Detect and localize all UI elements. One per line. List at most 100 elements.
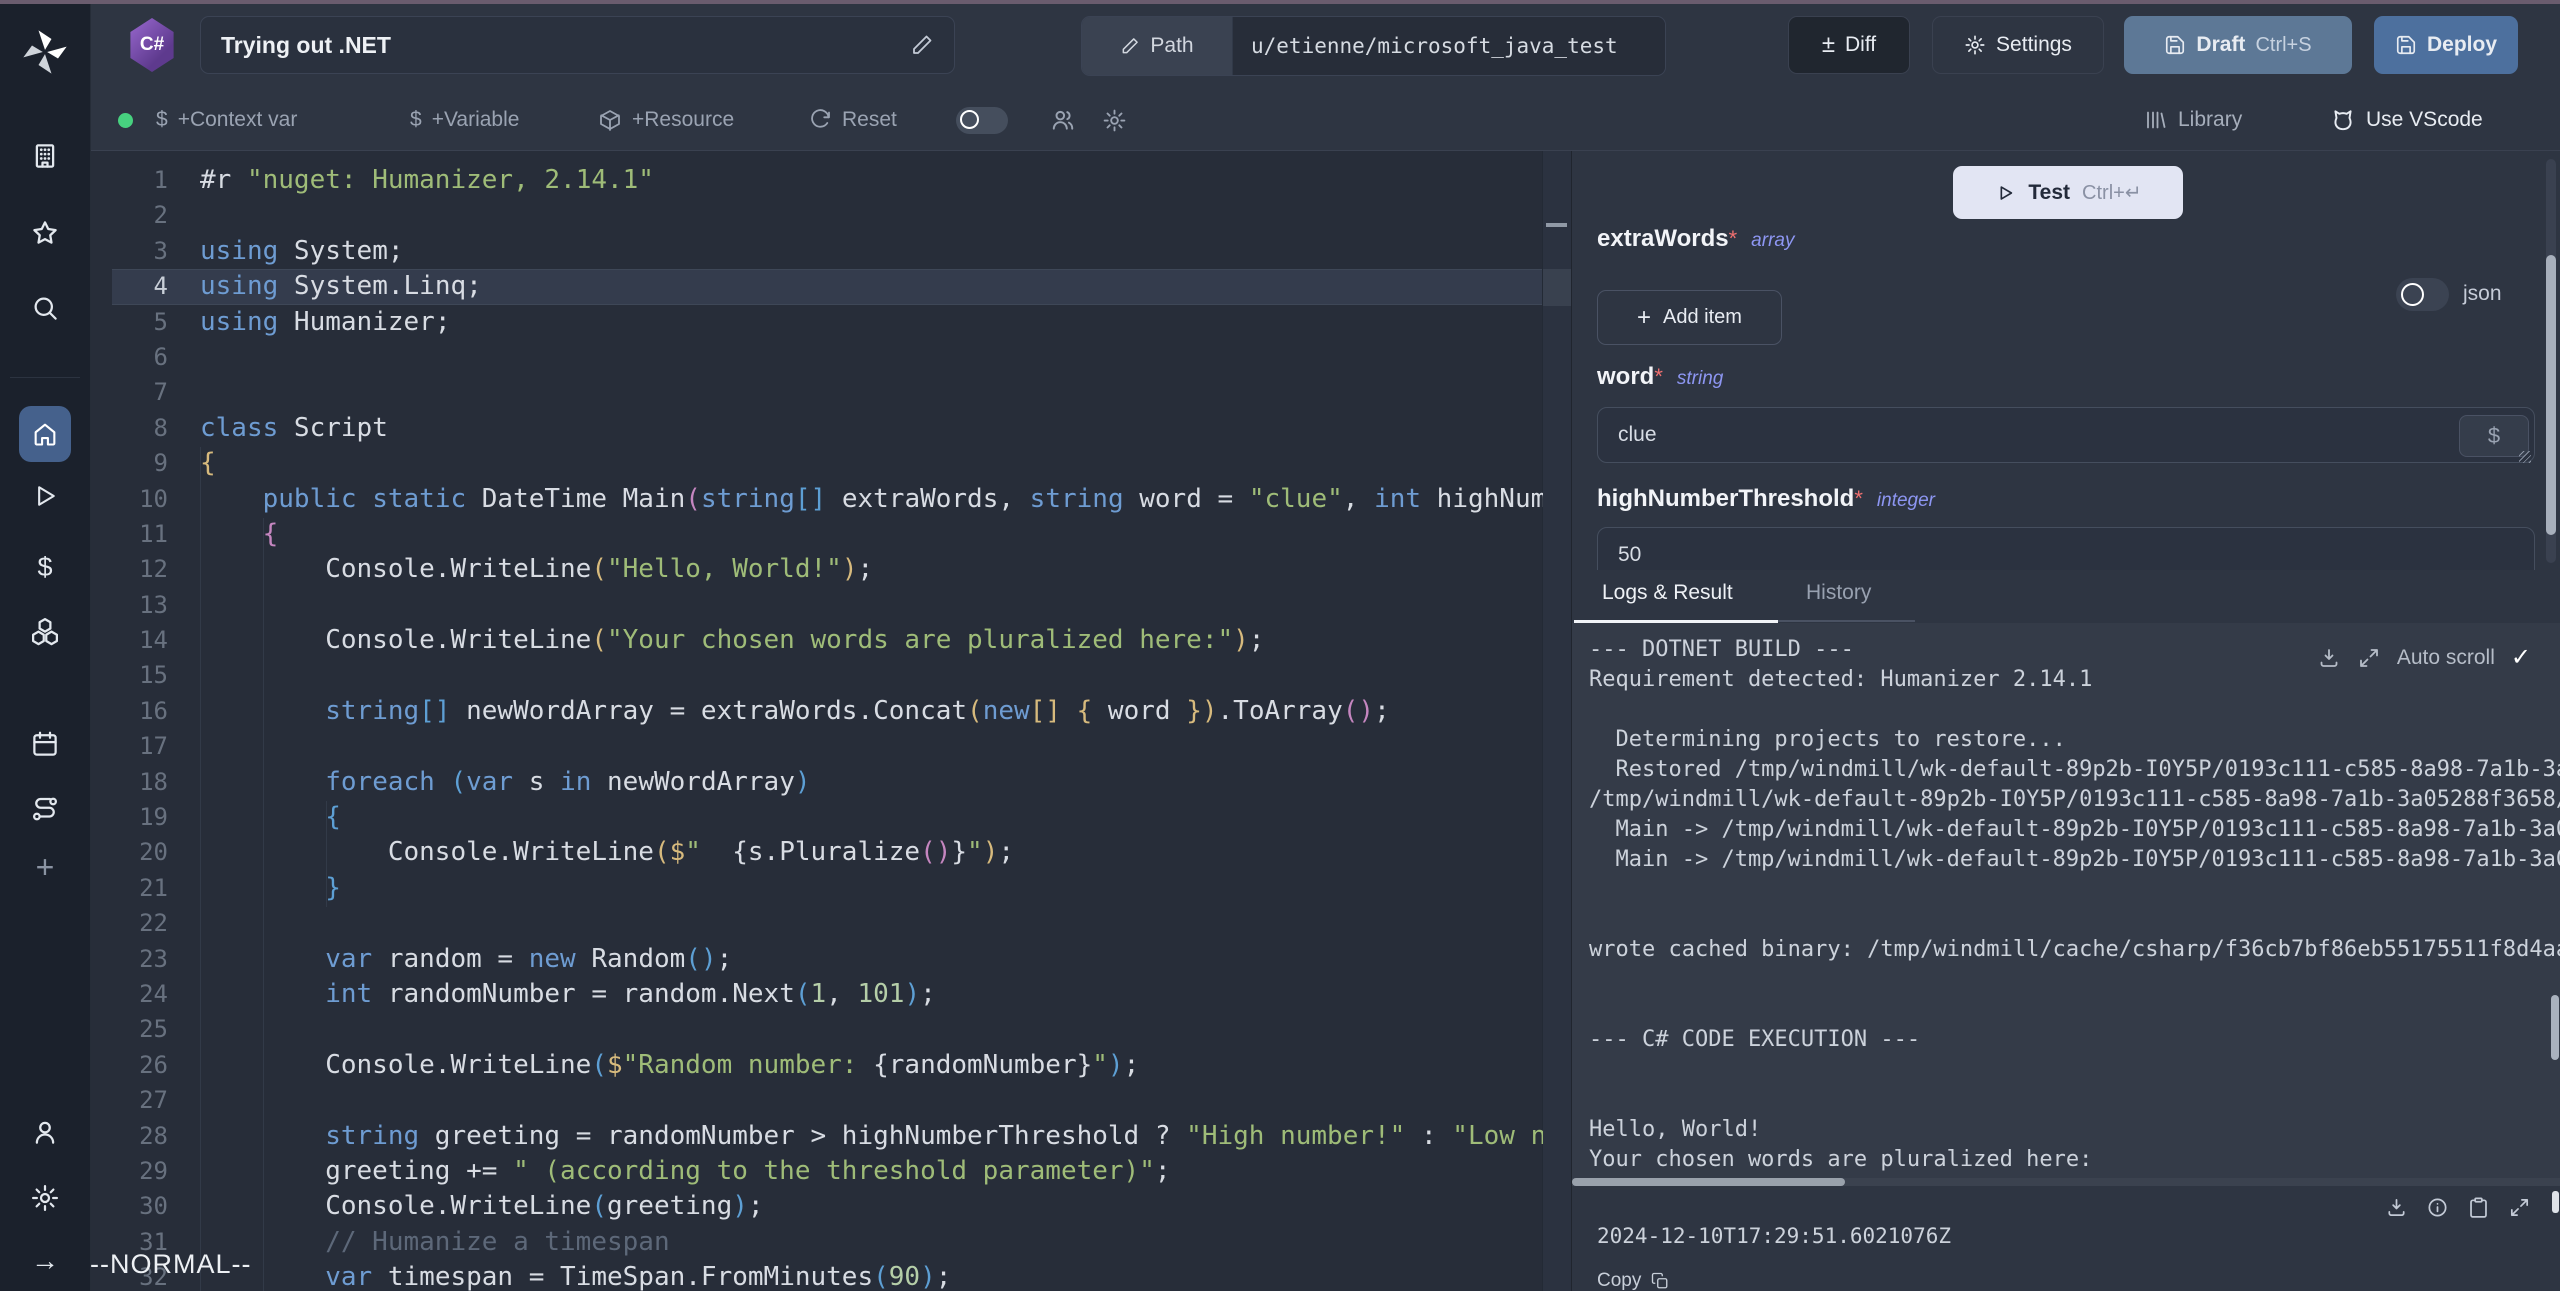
code-line[interactable]: 6 [90,340,1543,375]
code-line[interactable]: 21 } [90,871,1543,906]
sidebar-item-runs-play-icon[interactable] [0,481,90,511]
favorites-star-icon[interactable] [0,218,90,248]
copy-button[interactable]: Copy [1597,1270,1669,1291]
add-variable-button[interactable]: $ +Variable [410,90,519,150]
edit-title-pencil-icon[interactable] [910,33,934,57]
code-line[interactable]: 25 [90,1012,1543,1047]
code-line[interactable]: 18 foreach (var s in newWordArray) [90,765,1543,800]
code-line[interactable]: 9{ [90,446,1543,481]
code-line[interactable]: 22 [90,906,1543,941]
line-number: 9 [90,446,200,481]
code-line[interactable]: 23 var random = new Random(); [90,942,1543,977]
workspace-building-icon[interactable] [0,141,90,171]
header: C# Trying out .NET Path u/etienne/micros… [90,4,2560,90]
library-button[interactable]: Library [2144,90,2242,150]
add-resource-button[interactable]: +Resource [598,90,734,150]
code-line[interactable]: 29 greeting += " (according to the thres… [90,1154,1543,1189]
input-resize-handle[interactable] [2519,451,2531,463]
settings-button[interactable]: Settings [1932,16,2104,74]
sidebar-item-user-icon[interactable] [0,1117,90,1147]
code-line[interactable]: 28 string greeting = randomNumber > high… [90,1119,1543,1154]
logs-scrollbar-thumb[interactable] [2551,995,2559,1060]
expand-icon[interactable] [2357,646,2381,670]
code-line[interactable]: 12 Console.WriteLine("Hello, World!"); [90,552,1543,587]
draft-shortcut: Ctrl+S [2255,34,2311,57]
code-line[interactable]: 4using System.Linq; [90,269,1543,304]
args-scrollbar-thumb[interactable] [2546,255,2556,535]
code-line[interactable]: 1#r "nuget: Humanizer, 2.14.1" [90,163,1543,198]
minimap[interactable] [1542,151,1571,1291]
highnumberthreshold-input[interactable] [1597,527,2535,570]
code-line[interactable]: 32 var timespan = TimeSpan.FromMinutes(9… [90,1260,1543,1291]
code-line[interactable]: 15 [90,658,1543,693]
tab-history[interactable]: History [1806,581,1871,605]
sidebar-collapse-arrow-icon[interactable]: → [0,1244,90,1278]
sidebar-item-home[interactable] [19,406,71,462]
tab-logs-result[interactable]: Logs & Result [1602,581,1733,605]
maximize-icon[interactable] [2508,1196,2531,1219]
code-line[interactable]: 10 public static DateTime Main(string[] … [90,482,1543,517]
json-toggle[interactable] [2396,278,2449,311]
code-line[interactable]: 20 Console.WriteLine($" {s.Pluralize()}"… [90,835,1543,870]
code-line[interactable]: 17 [90,729,1543,764]
code-line[interactable]: 3using System; [90,234,1543,269]
code-line[interactable]: 8class Script [90,411,1543,446]
result-scrollbar-thumb[interactable] [2552,1191,2559,1213]
check-icon[interactable]: ✓ [2511,643,2531,672]
sidebar-item-resources-boxes-icon[interactable] [0,616,90,646]
clipboard-icon[interactable] [2467,1196,2490,1219]
code-line[interactable]: 13 [90,588,1543,623]
assistant-toggle[interactable] [956,90,1008,150]
word-input[interactable] [1597,407,2535,463]
cat-vscode-icon [2330,107,2356,133]
code-lines[interactable]: 1#r "nuget: Humanizer, 2.14.1"23using Sy… [90,151,1543,1291]
minimap-handle[interactable] [1546,223,1567,227]
code-line[interactable]: 27 [90,1083,1543,1118]
add-context-var-button[interactable]: $ +Context var [156,90,297,150]
sidebar-item-settings-gear-icon[interactable] [0,1183,90,1213]
sidebar-item-schedules-calendar-icon[interactable] [0,729,90,759]
code-line[interactable]: 16 string[] newWordArray = extraWords.Co… [90,694,1543,729]
logs-hscrollbar[interactable] [1572,1178,2560,1186]
path-field[interactable]: Path u/etienne/microsoft_java_test [1081,16,1666,76]
search-icon[interactable] [0,293,90,323]
code-line[interactable]: 24 int randomNumber = random.Next(1, 101… [90,977,1543,1012]
code-editor[interactable]: 1#r "nuget: Humanizer, 2.14.1"23using Sy… [90,151,1571,1291]
code-line[interactable]: 19 { [90,800,1543,835]
inactive-tab-underline [1778,620,1915,622]
download-icon[interactable] [2317,646,2341,670]
code-line[interactable]: 11 { [90,517,1543,552]
sidebar-item-flows-route-icon[interactable] [0,794,90,824]
windmill-logo-icon[interactable] [0,24,90,80]
code-line[interactable]: 26 Console.WriteLine($"Random number: {r… [90,1048,1543,1083]
deploy-button[interactable]: Deploy [2374,16,2518,74]
play-icon [1994,182,2016,204]
test-button[interactable]: Test Ctrl+↵ [1953,166,2183,219]
draft-button[interactable]: Draft Ctrl+S [2124,16,2352,74]
code-line[interactable]: 2 [90,198,1543,233]
download-icon[interactable] [2385,1196,2408,1219]
log-lines: --- DOTNET BUILD ---Requirement detected… [1589,635,2560,1175]
reset-button[interactable]: Reset [808,90,897,150]
logs-panel[interactable]: --- DOTNET BUILD ---Requirement detected… [1572,623,2560,1178]
add-item-button[interactable]: + Add item [1597,290,1782,345]
line-number: 22 [90,906,200,941]
sidebar-item-add-plus-icon[interactable]: + [0,849,90,885]
code-line[interactable]: 30 Console.WriteLine(greeting); [90,1189,1543,1224]
editor-settings-gear-icon[interactable] [1102,90,1127,150]
path-edit-segment[interactable]: Path [1082,17,1233,75]
line-number: 19 [90,800,200,835]
code-line[interactable]: 31 // Humanize a timespan [90,1225,1543,1260]
code-line[interactable]: 5using Humanizer; [90,305,1543,340]
dollar-icon: $ [410,108,422,132]
logs-hscrollbar-thumb[interactable] [1572,1178,1845,1186]
script-title-input[interactable]: Trying out .NET [200,16,955,74]
info-icon[interactable] [2426,1196,2449,1219]
collaborators-users-icon[interactable] [1050,90,1076,150]
use-vscode-button[interactable]: Use VScode [2330,90,2483,150]
diff-button[interactable]: ± Diff [1788,16,1910,74]
code-line[interactable]: 7 [90,375,1543,410]
sidebar-item-variables-dollar-icon[interactable]: $ [0,550,90,584]
line-number: 12 [90,552,200,587]
code-line[interactable]: 14 Console.WriteLine("Your chosen words … [90,623,1543,658]
